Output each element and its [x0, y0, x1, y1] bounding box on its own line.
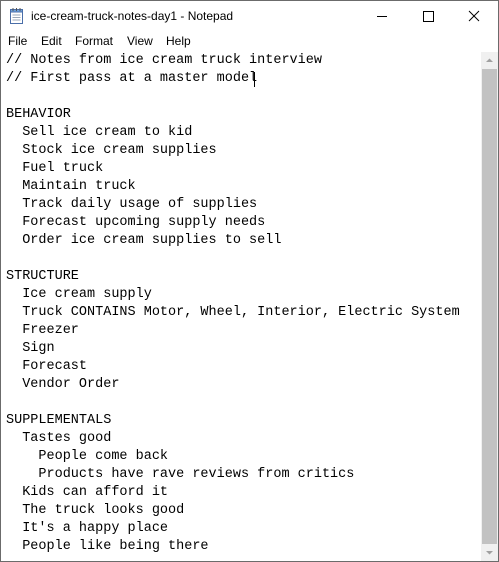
menu-file[interactable]: File — [8, 34, 27, 48]
menu-help[interactable]: Help — [166, 34, 191, 48]
minimize-button[interactable] — [359, 1, 405, 31]
scroll-up-icon — [486, 58, 493, 62]
editor-line: It's a happy place — [6, 521, 169, 536]
maximize-button[interactable] — [405, 1, 451, 31]
close-button[interactable] — [451, 1, 497, 31]
editor-line: Track daily usage of supplies — [6, 197, 258, 212]
editor-line: People come back — [6, 449, 169, 464]
editor-line: Ice cream supply — [6, 287, 152, 302]
editor-line: Forecast upcoming supply needs — [6, 215, 266, 230]
scroll-up-button[interactable] — [481, 52, 498, 69]
editor-line: Sign — [6, 341, 55, 356]
vertical-scrollbar[interactable] — [481, 52, 498, 561]
menu-bar: File Edit Format View Help — [1, 31, 498, 52]
editor-line: STRUCTURE — [6, 269, 79, 284]
editor-line: // First pass at a master model — [6, 71, 258, 86]
scroll-down-button[interactable] — [481, 544, 498, 561]
editor-line: Order ice cream supplies to sell — [6, 233, 282, 248]
editor-line: Products have rave reviews from critics — [6, 467, 355, 482]
editor-line: Truck CONTAINS Motor, Wheel, Interior, E… — [6, 305, 460, 320]
close-icon — [468, 10, 480, 22]
menu-view[interactable]: View — [127, 34, 153, 48]
menu-edit[interactable]: Edit — [41, 34, 62, 48]
editor-line: People like being there — [6, 539, 209, 554]
editor-line: // Notes from ice cream truck interview — [6, 53, 322, 68]
editor-line: Freezer — [6, 323, 79, 338]
title-bar[interactable]: ice-cream-truck-notes-day1 - Notepad — [1, 1, 498, 31]
menu-format[interactable]: Format — [75, 34, 113, 48]
minimize-icon — [377, 16, 387, 17]
editor-line: The truck looks good — [6, 503, 185, 518]
window-title: ice-cream-truck-notes-day1 - Notepad — [31, 9, 234, 23]
editor-line: Fuel truck — [6, 161, 104, 176]
editor-line: Stock ice cream supplies — [6, 143, 217, 158]
editor-line: Kids can afford it — [6, 485, 169, 500]
scroll-thumb[interactable] — [482, 69, 497, 544]
scroll-down-icon — [486, 551, 493, 555]
editor-line: Tastes good — [6, 431, 112, 446]
editor-line: Forecast — [6, 359, 88, 374]
text-caret — [254, 72, 255, 87]
editor-line: BEHAVIOR — [6, 107, 71, 122]
text-editor[interactable]: // Notes from ice cream truck interview … — [1, 52, 481, 561]
editor-line: Vendor Order — [6, 377, 120, 392]
editor-line: Maintain truck — [6, 179, 136, 194]
notepad-window: ice-cream-truck-notes-day1 - Notepad Fil… — [0, 0, 499, 562]
editor-line: SUPPLEMENTALS — [6, 413, 112, 428]
editor-line: Sell ice cream to kid — [6, 125, 193, 140]
maximize-icon — [423, 11, 434, 22]
notepad-icon[interactable] — [10, 8, 23, 24]
